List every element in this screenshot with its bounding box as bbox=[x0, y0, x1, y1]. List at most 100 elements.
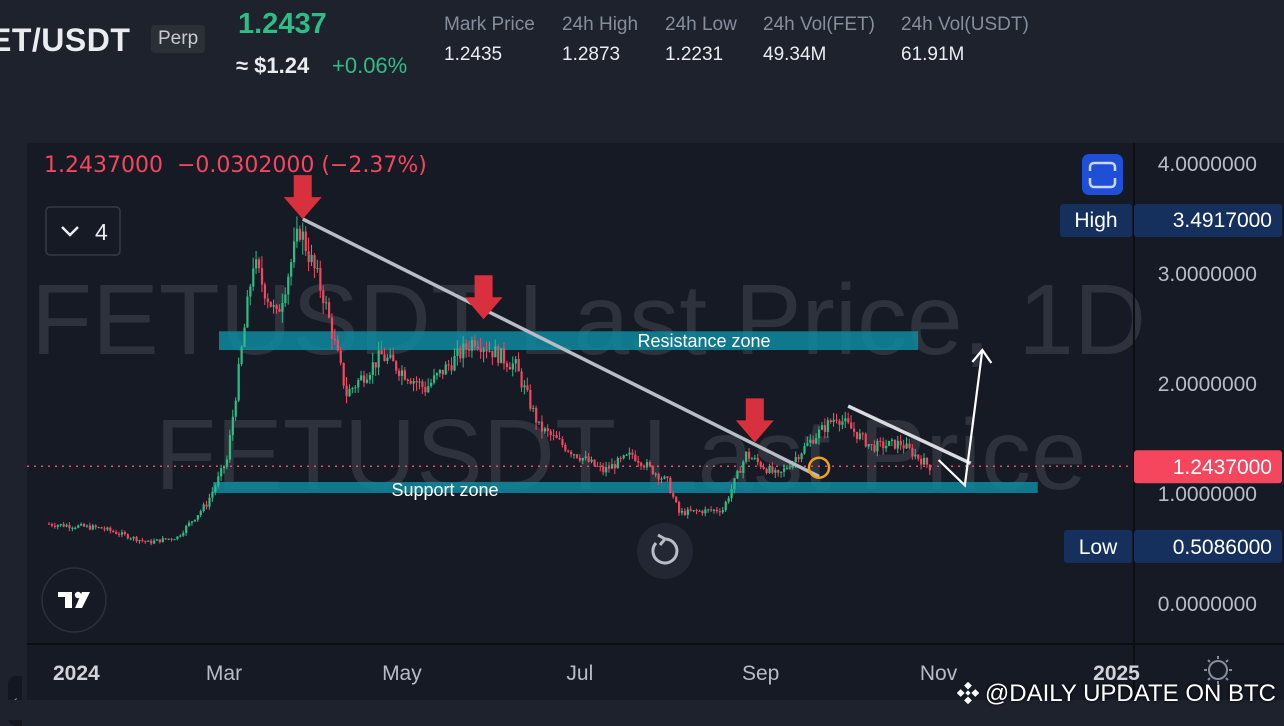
candle-body bbox=[593, 459, 596, 466]
candle-body bbox=[193, 519, 197, 522]
candle-body bbox=[925, 457, 929, 465]
candle-body bbox=[211, 491, 214, 498]
candle-body bbox=[453, 355, 456, 371]
candle-body bbox=[196, 515, 199, 520]
candle-body bbox=[103, 528, 106, 530]
candle-body bbox=[803, 445, 806, 454]
candle-body bbox=[517, 359, 520, 372]
candle-body bbox=[147, 540, 150, 542]
resistance-zone-label: Resistance zone bbox=[637, 331, 770, 351]
candle-body bbox=[893, 439, 897, 449]
candle-body bbox=[62, 524, 65, 527]
price-chart[interactable]: FETUSDT Last Price, 1D FETUSDT Last Pric… bbox=[27, 143, 1284, 700]
candle-body bbox=[596, 465, 599, 467]
candle-body bbox=[383, 354, 386, 361]
candle-body bbox=[651, 465, 654, 475]
candle-body bbox=[424, 386, 427, 393]
symbol-title[interactable]: ET/USDT bbox=[0, 22, 130, 59]
candle-body bbox=[421, 381, 424, 387]
candle-body bbox=[115, 532, 118, 534]
candle-body bbox=[68, 525, 71, 529]
candle-body bbox=[634, 454, 637, 461]
candle-body bbox=[742, 461, 745, 473]
candle-body bbox=[400, 370, 404, 376]
candle-body bbox=[488, 350, 491, 352]
candle-body bbox=[91, 525, 94, 530]
candle-body bbox=[188, 522, 191, 526]
candle-body bbox=[765, 468, 768, 473]
candle-body bbox=[155, 539, 159, 541]
candle-body bbox=[223, 466, 226, 469]
candle-body bbox=[144, 540, 147, 542]
indicators-toggle-button[interactable]: 4 bbox=[45, 206, 121, 256]
candle-body bbox=[610, 464, 614, 469]
candle-body bbox=[818, 429, 821, 439]
low-badge: Low 0.5086000 bbox=[1064, 530, 1282, 563]
stat-24h-low: 24h Low 1.2231 bbox=[665, 14, 737, 66]
candle-body bbox=[552, 435, 555, 437]
high-badge: High 3.4917000 bbox=[1060, 204, 1282, 237]
candle-body bbox=[917, 454, 920, 459]
candle-body bbox=[462, 343, 465, 359]
candle-body bbox=[150, 540, 153, 544]
candle-body bbox=[631, 452, 634, 455]
candle-body bbox=[199, 510, 202, 516]
x-axis-tick-label: May bbox=[382, 662, 422, 685]
indicator-count: 4 bbox=[95, 219, 108, 245]
candle-body bbox=[158, 539, 162, 543]
candle-body bbox=[260, 268, 264, 285]
candle-body bbox=[132, 536, 135, 539]
candle-body bbox=[771, 466, 774, 473]
candle-body bbox=[657, 473, 660, 480]
candle-body bbox=[669, 477, 672, 494]
candle-body bbox=[53, 525, 57, 527]
candle-body bbox=[570, 451, 573, 455]
candle-body bbox=[876, 440, 879, 452]
candle-body bbox=[855, 431, 859, 440]
candle-body bbox=[497, 346, 500, 364]
y-axis-tick-label: 0.0000000 bbox=[1158, 593, 1257, 616]
candle-body bbox=[645, 462, 649, 468]
tradingview-logo[interactable] bbox=[41, 567, 107, 633]
candle-body bbox=[409, 380, 412, 384]
candle-body bbox=[707, 509, 710, 511]
candle-body bbox=[532, 407, 535, 409]
candle-body bbox=[360, 375, 363, 381]
candle-body bbox=[648, 462, 652, 466]
candle-body bbox=[243, 327, 246, 347]
candle-body bbox=[88, 525, 92, 530]
chart-watermark-1: FETUSDT Last Price, 1D bbox=[31, 264, 1146, 376]
candle-body bbox=[663, 476, 666, 479]
candle-body bbox=[575, 454, 579, 458]
candle-body bbox=[330, 317, 334, 339]
candle-body bbox=[587, 456, 590, 462]
candle-body bbox=[126, 534, 129, 539]
candle-body bbox=[867, 444, 870, 447]
candle-body bbox=[890, 439, 894, 441]
candle-body bbox=[788, 467, 792, 469]
x-axis-tick-label: Sep bbox=[742, 662, 779, 685]
candle-body bbox=[287, 276, 290, 295]
reset-chart-button[interactable] bbox=[637, 523, 693, 579]
candle-body bbox=[902, 445, 905, 449]
candle-body bbox=[911, 447, 914, 457]
y-axis-tick-label: 2.0000000 bbox=[1158, 373, 1257, 396]
candle-body bbox=[555, 435, 558, 439]
candle-body bbox=[386, 357, 389, 361]
candle-body bbox=[879, 440, 882, 442]
candle-body bbox=[234, 400, 237, 417]
contract-type-badge: Perp bbox=[151, 25, 206, 53]
candle-body bbox=[730, 489, 733, 499]
candle-body bbox=[441, 369, 444, 375]
fullscreen-button[interactable] bbox=[1082, 154, 1123, 195]
candle-body bbox=[392, 354, 395, 362]
stat-value: 1.2873 bbox=[562, 44, 621, 65]
candle-body bbox=[794, 457, 797, 462]
candle-body bbox=[928, 464, 932, 471]
candle-body bbox=[473, 340, 477, 347]
chart-area[interactable]: FETUSDT Last Price, 1D FETUSDT Last Pric… bbox=[27, 143, 1284, 700]
current-price-badge: 1.2437000 bbox=[1134, 450, 1282, 484]
candle-body bbox=[109, 527, 112, 531]
candle-body bbox=[476, 346, 479, 349]
credit-text: @DAILY UPDATE ON BTC bbox=[984, 680, 1276, 707]
